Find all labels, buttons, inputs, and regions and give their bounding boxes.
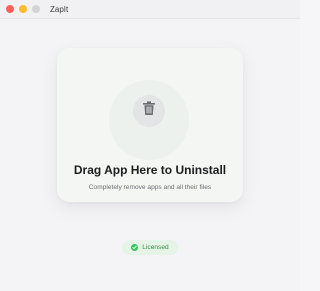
app-window: ZapIt Drag App Here to Uninstall Complet…	[0, 0, 300, 291]
window-title: ZapIt	[50, 4, 69, 14]
drop-zone-headline: Drag App Here to Uninstall	[73, 163, 227, 177]
license-status-label: Licensed	[142, 244, 169, 251]
trash-icon	[142, 101, 156, 121]
close-window-button[interactable]	[6, 5, 14, 13]
zoom-window-button[interactable]	[32, 5, 40, 13]
license-status-badge[interactable]: Licensed	[122, 240, 178, 255]
minimize-window-button[interactable]	[19, 5, 27, 13]
title-bar[interactable]: ZapIt	[0, 0, 300, 19]
checkmark-icon	[131, 244, 139, 251]
trash-icon-badge	[133, 95, 165, 127]
traffic-lights	[0, 5, 40, 13]
drop-zone-subline: Completely remove apps and all their fil…	[88, 184, 212, 191]
